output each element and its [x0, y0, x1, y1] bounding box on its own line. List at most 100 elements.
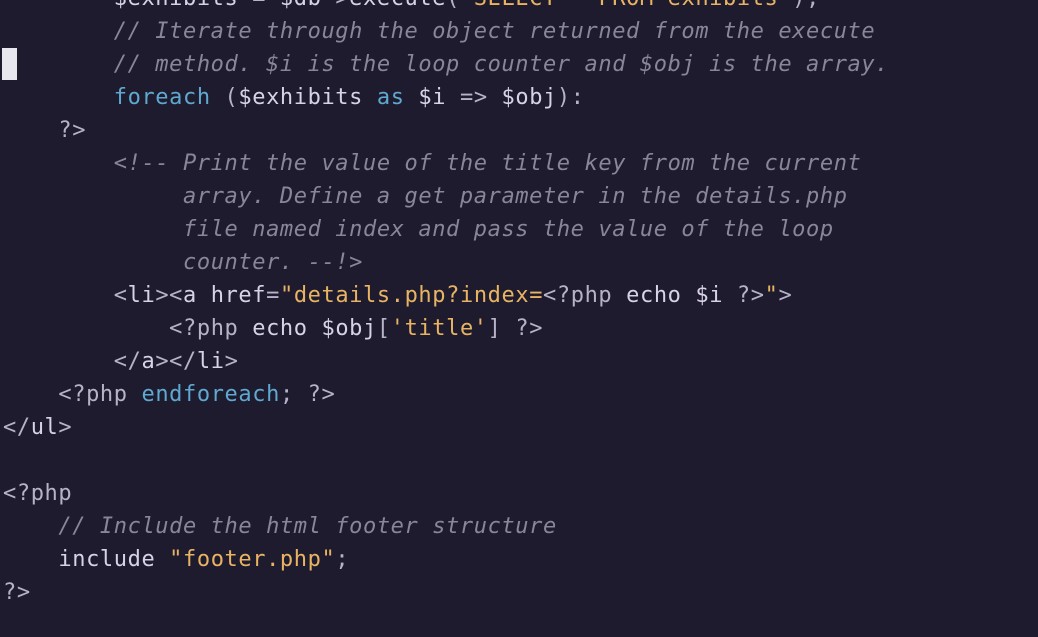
code-token: =>: [446, 85, 502, 110]
code-token: ?>: [307, 382, 336, 407]
code-token: ?>: [58, 118, 87, 143]
code-line[interactable]: $exhibits = $db->execute('SELECT * FROM …: [3, 0, 820, 15]
code-line[interactable]: <!-- Print the value of the title key fr…: [3, 147, 861, 180]
code-line[interactable]: ?>: [3, 576, 31, 609]
code-line[interactable]: <li><a href="details.php?index=<?php ech…: [3, 279, 792, 312]
code-token: >: [778, 283, 793, 308]
code-line[interactable]: <?php endforeach; ?>: [3, 378, 335, 411]
code-token: </: [113, 349, 142, 374]
code-token: // Iterate through the object returned f…: [113, 19, 876, 44]
code-token: foreach: [113, 85, 211, 110]
text-cursor: [2, 48, 17, 80]
code-token: ->: [321, 0, 349, 11]
code-token: ;: [335, 547, 350, 572]
code-token: ><: [155, 283, 184, 308]
code-token: (: [210, 85, 239, 110]
code-token: >: [224, 349, 239, 374]
code-token: $obj: [321, 316, 377, 341]
code-line[interactable]: file named index and pass the value of t…: [3, 213, 834, 246]
code-token: =: [238, 0, 280, 11]
code-line[interactable]: <?php: [3, 477, 72, 510]
code-token: as: [376, 85, 405, 110]
code-line[interactable]: <?php echo $obj['title'] ?>: [3, 312, 543, 345]
code-token: );: [792, 0, 820, 11]
code-token: $db: [280, 0, 322, 11]
code-token: endforeach: [141, 382, 280, 407]
code-token: =: [266, 283, 280, 308]
code-token: $i: [695, 283, 724, 308]
code-line[interactable]: // method. $i is the loop counter and $o…: [3, 48, 889, 81]
code-token: $obj: [501, 85, 557, 110]
code-token: ]: [487, 316, 516, 341]
code-token: <?php: [58, 382, 128, 407]
code-token: array. Define a get parameter in the det…: [183, 184, 848, 209]
code-token: counter. --!>: [183, 250, 363, 275]
code-line[interactable]: include "footer.php";: [3, 543, 349, 576]
code-token: $i: [418, 85, 447, 110]
code-token: li: [196, 349, 225, 374]
code-token: echo: [612, 283, 696, 308]
code-token: </: [3, 415, 31, 440]
code-token: execute: [349, 0, 446, 11]
code-token: <?php: [543, 283, 613, 308]
code-token: 'SELECT * FROM exhibits': [460, 0, 792, 11]
code-token: echo: [238, 316, 322, 341]
code-line[interactable]: // Include the html footer structure: [3, 510, 557, 543]
code-token: ": [764, 283, 779, 308]
code-token: $exhibits: [114, 0, 239, 11]
code-token: <?php: [3, 481, 73, 506]
code-token: href: [196, 283, 267, 308]
code-token: ;: [279, 382, 308, 407]
code-token: 'title': [390, 316, 488, 341]
code-token: a: [141, 349, 156, 374]
code-token: "details.php?index=: [279, 283, 544, 308]
code-token: ?>: [515, 316, 544, 341]
code-token: include: [58, 547, 156, 572]
code-token: <: [113, 283, 128, 308]
code-token: file named index and pass the value of t…: [183, 217, 834, 242]
code-token: <?php: [169, 316, 239, 341]
code-token: ?>: [723, 283, 765, 308]
code-token: (: [446, 0, 460, 11]
code-token: $exhibits: [238, 85, 363, 110]
code-token: ?>: [3, 580, 31, 605]
code-line[interactable]: ?>: [3, 114, 86, 147]
code-editor[interactable]: $exhibits = $db->execute('SELECT * FROM …: [0, 0, 1038, 637]
code-token: [: [376, 316, 391, 341]
code-token: ):: [556, 85, 585, 110]
code-line[interactable]: counter. --!>: [3, 246, 363, 279]
code-token: ul: [30, 415, 59, 440]
code-token: ></: [155, 349, 197, 374]
code-line[interactable]: array. Define a get parameter in the det…: [3, 180, 848, 213]
code-line[interactable]: </ul>: [3, 411, 72, 444]
code-token: >: [58, 415, 73, 440]
code-token: // Include the html footer structure: [58, 514, 557, 539]
code-token: li: [127, 283, 156, 308]
code-token: // method. $i is the loop counter and $o…: [113, 52, 890, 77]
code-token: "footer.php": [169, 547, 336, 572]
code-token: a: [183, 283, 197, 308]
code-line[interactable]: </a></li>: [3, 345, 238, 378]
code-token: <!-- Print the value of the title key fr…: [113, 151, 862, 176]
code-line[interactable]: foreach ($exhibits as $i => $obj):: [3, 81, 585, 114]
code-line[interactable]: // Iterate through the object returned f…: [3, 15, 875, 48]
